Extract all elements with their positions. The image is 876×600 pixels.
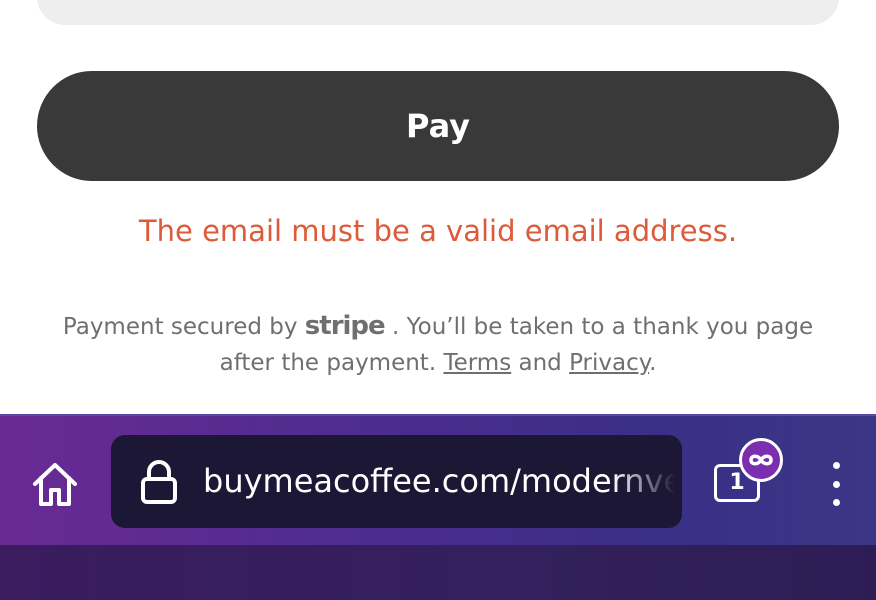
privacy-link[interactable]: Privacy xyxy=(569,350,649,376)
home-icon xyxy=(33,463,77,506)
email-input-field[interactable] xyxy=(37,0,839,25)
pay-button[interactable]: Pay xyxy=(37,71,839,181)
home-button[interactable] xyxy=(27,456,83,512)
and-text: and xyxy=(518,350,562,376)
stripe-logo: stripe xyxy=(304,311,386,341)
system-nav-bar xyxy=(0,545,876,600)
url-text: buymeacoffee.com/modernvestor xyxy=(203,462,682,500)
browser-toolbar: buymeacoffee.com/modernvestor 1 xyxy=(0,414,876,545)
infinity-mask-icon xyxy=(739,438,783,482)
payment-security-note: Payment secured by stripe . You’ll be ta… xyxy=(60,308,816,381)
secure-prefix-text: Payment secured by xyxy=(62,314,298,340)
email-error-message: The email must be a valid email address. xyxy=(138,214,738,248)
terms-link[interactable]: Terms xyxy=(443,350,511,376)
address-bar[interactable]: buymeacoffee.com/modernvestor xyxy=(111,435,682,528)
more-vertical-icon[interactable] xyxy=(816,456,856,512)
lock-icon xyxy=(141,460,177,504)
url-fade xyxy=(612,435,682,528)
tabs-button[interactable]: 1 xyxy=(710,438,786,524)
period-text: . xyxy=(649,350,657,376)
